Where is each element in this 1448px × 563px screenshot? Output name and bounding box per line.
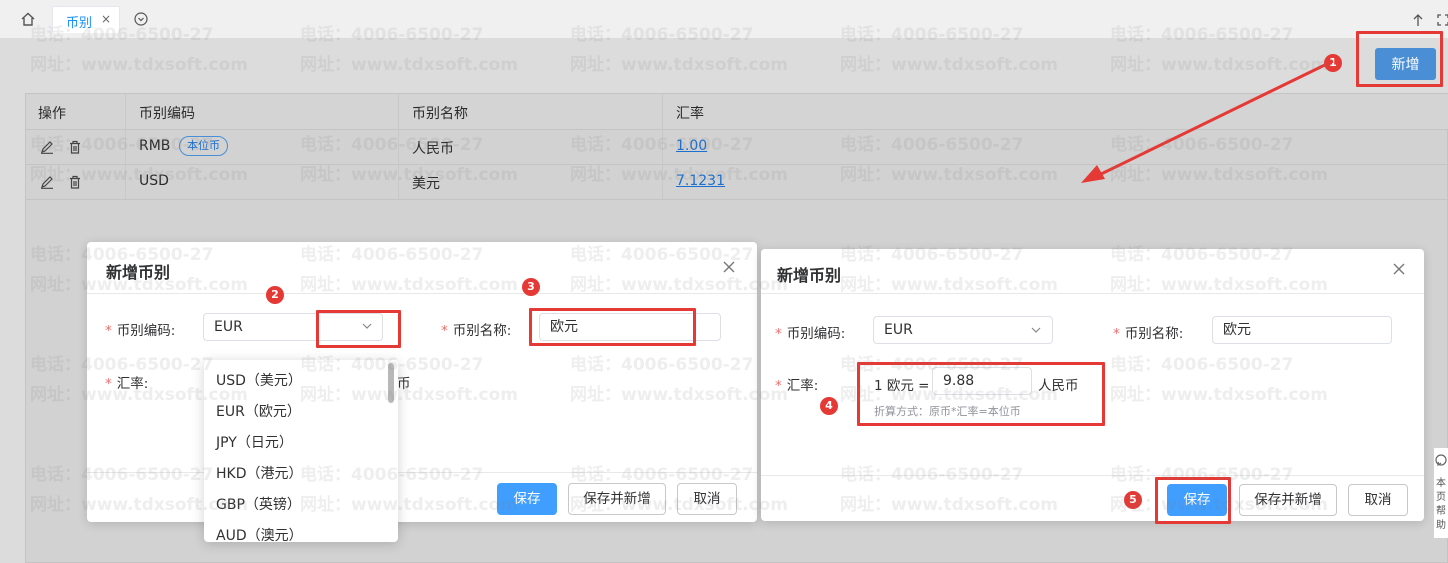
watermark-text: 网址：www.tdxsoft.com <box>570 495 788 515</box>
watermark-text: 电话：4006-6500-27 <box>300 25 484 45</box>
watermark-text: 电话：4006-6500-27 <box>840 135 1024 155</box>
watermark-text: 电话：4006-6500-27 <box>300 245 484 265</box>
watermark-text: 电话：4006-6500-27 <box>570 355 754 375</box>
watermark-text: 网址：www.tdxsoft.com <box>570 385 788 405</box>
watermark-text: 网址：www.tdxsoft.com <box>570 275 788 295</box>
watermark-text: 电话：4006-6500-27 <box>1110 25 1294 45</box>
watermark-text: 电话：4006-6500-27 <box>570 465 754 485</box>
watermark-text: 网址：www.tdxsoft.com <box>300 385 518 405</box>
watermark-text: 电话：4006-6500-27 <box>1110 465 1294 485</box>
watermark-text: 网址：www.tdxsoft.com <box>30 495 248 515</box>
watermark-text: 网址：www.tdxsoft.com <box>30 165 248 185</box>
watermark-text: 电话：4006-6500-27 <box>30 245 214 265</box>
watermark-text: 网址：www.tdxsoft.com <box>1110 385 1328 405</box>
watermark-text: 电话：4006-6500-27 <box>1110 355 1294 375</box>
watermark-text: 网址：www.tdxsoft.com <box>1110 495 1328 515</box>
watermark-text: 网址：www.tdxsoft.com <box>1110 275 1328 295</box>
watermark-text: 网址：www.tdxsoft.com <box>840 165 1058 185</box>
watermark-text: 电话：4006-6500-27 <box>1110 245 1294 265</box>
watermark-text: 网址：www.tdxsoft.com <box>300 275 518 295</box>
watermark-text: 网址：www.tdxsoft.com <box>570 165 788 185</box>
watermark-text: 电话：4006-6500-27 <box>300 135 484 155</box>
watermark-text: 电话：4006-6500-27 <box>570 245 754 265</box>
watermark-text: 网址：www.tdxsoft.com <box>300 165 518 185</box>
watermark-text: 网址：www.tdxsoft.com <box>300 495 518 515</box>
watermark-text: 网址：www.tdxsoft.com <box>840 385 1058 405</box>
watermark-text: 电话：4006-6500-27 <box>300 465 484 485</box>
watermark-text: 电话：4006-6500-27 <box>30 25 214 45</box>
watermark-text: 网址：www.tdxsoft.com <box>30 385 248 405</box>
watermark-layer: 电话：4006-6500-27 网址：www.tdxsoft.com 电话：40… <box>0 0 1448 563</box>
watermark-text: 电话：4006-6500-27 <box>840 355 1024 375</box>
watermark-text: 电话：4006-6500-27 <box>570 25 754 45</box>
watermark-text: 电话：4006-6500-27 <box>840 245 1024 265</box>
watermark-text: 网址：www.tdxsoft.com <box>840 495 1058 515</box>
watermark-text: 电话：4006-6500-27 <box>30 135 214 155</box>
watermark-text: 网址：www.tdxsoft.com <box>1110 55 1328 75</box>
watermark-text: 网址：www.tdxsoft.com <box>300 55 518 75</box>
watermark-text: 电话：4006-6500-27 <box>570 135 754 155</box>
watermark-text: 网址：www.tdxsoft.com <box>30 275 248 295</box>
watermark-text: 网址：www.tdxsoft.com <box>1110 165 1328 185</box>
watermark-text: 电话：4006-6500-27 <box>840 465 1024 485</box>
watermark-text: 电话：4006-6500-27 <box>300 355 484 375</box>
watermark-text: 网址：www.tdxsoft.com <box>840 55 1058 75</box>
watermark-text: 网址：www.tdxsoft.com <box>840 275 1058 295</box>
watermark-text: 电话：4006-6500-27 <box>1110 135 1294 155</box>
watermark-text: 电话：4006-6500-27 <box>840 25 1024 45</box>
watermark-text: 电话：4006-6500-27 <box>30 465 214 485</box>
watermark-text: 网址：www.tdxsoft.com <box>570 55 788 75</box>
watermark-text: 电话：4006-6500-27 <box>30 355 214 375</box>
watermark-text: 网址：www.tdxsoft.com <box>30 55 248 75</box>
